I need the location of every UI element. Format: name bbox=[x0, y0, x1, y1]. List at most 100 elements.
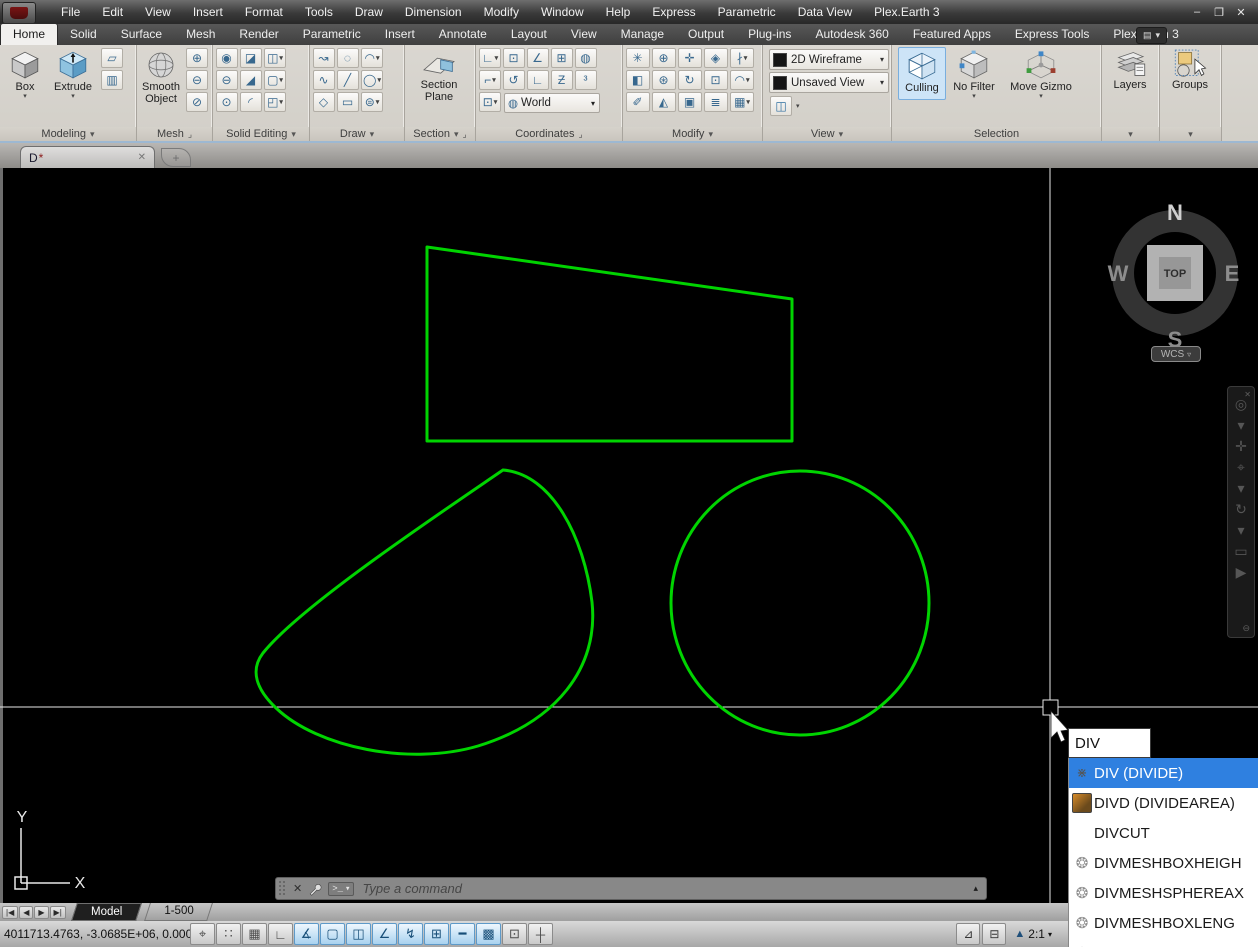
polyline-icon[interactable]: ↝ bbox=[313, 48, 335, 68]
zoom-icon[interactable]: ⌖ bbox=[1237, 460, 1245, 474]
menu-item[interactable]: Modify bbox=[473, 1, 530, 23]
snap-mode-toggle[interactable]: ∷ bbox=[216, 923, 241, 945]
ribbon-tab[interactable]: Plug-ins bbox=[736, 24, 803, 45]
spline-icon[interactable]: ∿ bbox=[313, 70, 335, 90]
menu-item[interactable]: Express bbox=[641, 1, 706, 23]
polar-tracking-toggle[interactable]: ∡ bbox=[294, 923, 319, 945]
ribbon-display-options-button[interactable]: ▤ ▾ bbox=[1136, 27, 1167, 44]
panel-footer-section[interactable]: Section▾⌟ bbox=[405, 127, 475, 141]
trim-icon[interactable]: ∤▾ bbox=[730, 48, 754, 68]
menu-item[interactable]: Tools bbox=[294, 1, 344, 23]
3d-move-icon[interactable]: ⊕ bbox=[652, 48, 676, 68]
quick-view-layouts-button[interactable]: ⊟ bbox=[982, 923, 1006, 945]
erase-icon[interactable]: ✐ bbox=[626, 92, 650, 112]
scale-icon[interactable]: ⊡ bbox=[704, 70, 728, 90]
minimize-button[interactable]: – bbox=[1186, 3, 1208, 22]
file-tab[interactable]: D * ✕ bbox=[20, 146, 155, 168]
new-tab-button[interactable]: + bbox=[161, 148, 191, 167]
panel-footer-modeling[interactable]: Modeling▾ bbox=[0, 127, 136, 141]
object-snap-toggle[interactable]: ▢ bbox=[320, 923, 345, 945]
ribbon-tab[interactable]: Output bbox=[676, 24, 736, 45]
egg-shape[interactable] bbox=[256, 470, 593, 754]
extrude-faces-icon[interactable]: ◪ bbox=[240, 48, 262, 68]
ribbon-tab[interactable]: Express Tools bbox=[1003, 24, 1101, 45]
ucs-origin-icon[interactable]: ∟ bbox=[527, 70, 549, 90]
ribbon-tab[interactable]: Parametric bbox=[291, 24, 373, 45]
panel-footer-draw[interactable]: Draw▾ bbox=[310, 127, 404, 141]
ucs-view-icon[interactable]: ⊡ bbox=[503, 48, 525, 68]
move-icon[interactable]: ✛ bbox=[678, 48, 702, 68]
mesh-refine-remove-icon[interactable]: ⊖ bbox=[186, 70, 208, 90]
menu-item[interactable]: View bbox=[134, 1, 182, 23]
autocomplete-item[interactable]: ❂ bbox=[1069, 938, 1258, 947]
ucs-z-axis-icon[interactable]: Ƶ bbox=[551, 70, 573, 90]
shell-icon[interactable]: ▢▾ bbox=[264, 70, 286, 90]
panel-footer-layers[interactable]: ▾ bbox=[1102, 127, 1159, 141]
quick-properties-toggle[interactable]: ⊡ bbox=[502, 923, 527, 945]
ucs-icon[interactable]: ∟▾ bbox=[479, 48, 501, 68]
separate-icon[interactable]: ◫▾ bbox=[264, 48, 286, 68]
ribbon-tab[interactable]: Surface bbox=[109, 24, 174, 45]
intersect-icon[interactable]: ⊙ bbox=[216, 92, 238, 112]
close-tab-icon[interactable]: ✕ bbox=[138, 152, 146, 163]
menu-item[interactable]: Dimension bbox=[394, 1, 473, 23]
circle-shape[interactable] bbox=[671, 471, 929, 735]
ribbon-tab[interactable]: View bbox=[559, 24, 609, 45]
menu-item[interactable]: Plex.Earth 3 bbox=[863, 1, 950, 23]
menu-item[interactable]: File bbox=[50, 1, 91, 23]
ellipse-icon[interactable]: ⊜▾ bbox=[361, 92, 383, 112]
autocomplete-item[interactable]: DIVCUT bbox=[1069, 818, 1258, 848]
line-icon[interactable]: ╱ bbox=[337, 70, 359, 90]
rect-array-icon[interactable]: ▦▾ bbox=[730, 92, 754, 112]
viewcube[interactable]: N S W E TOP bbox=[1105, 195, 1245, 370]
menu-item[interactable]: Window bbox=[530, 1, 595, 23]
ucs-world-icon[interactable]: ◍ bbox=[575, 48, 597, 68]
panel-footer-mesh[interactable]: Mesh⌟ bbox=[137, 127, 212, 141]
caret-down-icon[interactable]: ▾ bbox=[1237, 481, 1244, 495]
infer-constraints-toggle[interactable]: ⌖ bbox=[190, 923, 215, 945]
command-prompt-button[interactable]: >_ ▾ bbox=[328, 882, 354, 896]
layout-tab[interactable]: 1-500 bbox=[144, 903, 213, 921]
menu-item[interactable]: Insert bbox=[182, 1, 234, 23]
no-filter-button[interactable]: No Filter ▾ bbox=[946, 47, 1002, 100]
autocomplete-item[interactable]: ⋇ DIV (DIVIDE) bbox=[1069, 758, 1258, 788]
close-button[interactable]: ✕ bbox=[1230, 3, 1252, 22]
ribbon-tab[interactable]: Home bbox=[0, 23, 58, 45]
orbit-icon[interactable]: ↻ bbox=[1235, 502, 1247, 516]
menu-item[interactable]: Data View bbox=[787, 1, 863, 23]
panel-footer-view[interactable]: View▾ bbox=[763, 127, 891, 141]
viewcube-display-button[interactable]: ◫ bbox=[770, 96, 792, 116]
slice-icon[interactable]: ◰▾ bbox=[264, 92, 286, 112]
last-tab-icon[interactable]: ▶| bbox=[50, 906, 66, 919]
ribbon-tab[interactable]: Autodesk 360 bbox=[803, 24, 900, 45]
revision-cloud-icon[interactable]: ◌ bbox=[337, 48, 359, 68]
model-space-button[interactable]: ⊿ bbox=[956, 923, 980, 945]
app-menu-button[interactable] bbox=[2, 2, 36, 24]
ucs-apply-icon[interactable]: ⊡▾ bbox=[479, 92, 501, 112]
menu-item[interactable]: Edit bbox=[91, 1, 134, 23]
align-icon[interactable]: ◭ bbox=[652, 92, 676, 112]
panel-footer-modify[interactable]: Modify▾ bbox=[623, 127, 762, 141]
menu-item[interactable]: Draw bbox=[344, 1, 394, 23]
arc-icon[interactable]: ◠▾ bbox=[361, 48, 383, 68]
ucs-3point-icon[interactable]: ³ bbox=[575, 70, 597, 90]
selection-cycling-toggle[interactable]: ┼ bbox=[528, 923, 553, 945]
circle-icon[interactable]: ◯▾ bbox=[361, 70, 383, 90]
autocomplete-item[interactable]: ❂ DIVMESHBOXLENG bbox=[1069, 908, 1258, 938]
layout-tab[interactable]: Model bbox=[71, 903, 142, 921]
menu-item[interactable]: Help bbox=[595, 1, 642, 23]
groups-button[interactable]: Groups bbox=[1162, 47, 1218, 91]
section-plane-button[interactable]: Section Plane bbox=[407, 47, 471, 103]
transparency-toggle[interactable]: ▩ bbox=[476, 923, 501, 945]
dynamic-ucs-toggle[interactable]: ↯ bbox=[398, 923, 423, 945]
ortho-mode-toggle[interactable]: ∟ bbox=[268, 923, 293, 945]
3d-array-icon[interactable]: ◈ bbox=[704, 48, 728, 68]
mirror-icon[interactable]: ◧ bbox=[626, 70, 650, 90]
close-icon[interactable]: ✕ bbox=[1244, 388, 1251, 402]
ribbon-tab[interactable]: Render bbox=[227, 24, 290, 45]
play-icon[interactable]: ▶ bbox=[1236, 565, 1247, 579]
polygon-icon[interactable]: ◇ bbox=[313, 92, 335, 112]
autocomplete-item[interactable]: DIVD (DIVIDEAREA) bbox=[1069, 788, 1258, 818]
ribbon-tab[interactable]: Mesh bbox=[174, 24, 227, 45]
offset-icon[interactable]: ≣ bbox=[704, 92, 728, 112]
